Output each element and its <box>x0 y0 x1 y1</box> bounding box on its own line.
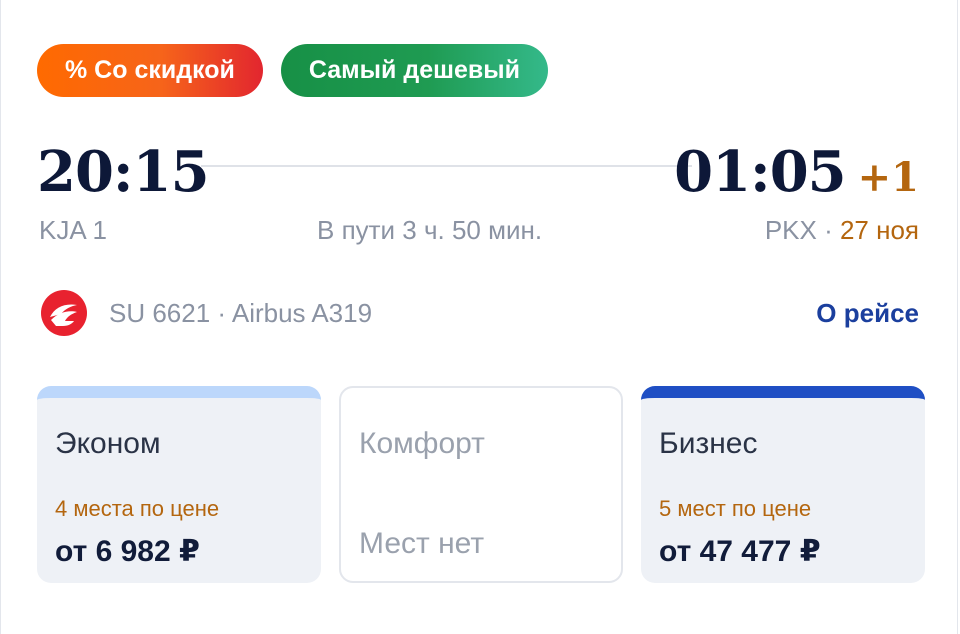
badge-row: % Со скидкой Самый дешевый <box>37 44 548 97</box>
route-line <box>201 165 692 167</box>
flight-card[interactable]: % Со скидкой Самый дешевый 20:15 01:05 +… <box>0 0 958 634</box>
fare-business-seats: 5 мест по цене <box>659 496 812 521</box>
fare-comfort-unavailable: Мест нет <box>359 527 485 560</box>
discount-badge: % Со скидкой <box>37 44 263 97</box>
fare-economy[interactable]: Эконом 4 места по цене от 6 982 ₽ <box>37 386 321 583</box>
about-flight-link[interactable]: О рейсе <box>816 296 919 330</box>
departure-airport: KJA 1 <box>39 215 107 245</box>
fare-business-name: Бизнес <box>659 427 758 460</box>
fare-economy-seats: 4 места по цене <box>55 496 220 521</box>
cheapest-badge: Самый дешевый <box>280 44 548 97</box>
arrival-time-group: 01:05 +1 <box>674 140 919 204</box>
fare-business-price: от 47 477 ₽ <box>659 535 821 568</box>
arrival-day-offset: +1 <box>857 154 919 201</box>
arrival-airport: PKX <box>764 215 817 245</box>
airline-logo-icon <box>41 290 87 336</box>
fare-comfort: Комфорт Мест нет <box>339 386 623 583</box>
arrival-time: 01:05 <box>674 139 847 205</box>
fare-business[interactable]: Бизнес 5 мест по цене от 47 477 ₽ <box>641 386 925 583</box>
flight-duration: В пути 3 ч. 50 мин. <box>317 215 543 245</box>
fare-comfort-name: Комфорт <box>359 427 485 460</box>
departure-time: 20:15 <box>37 139 210 205</box>
flight-info: SU 6621 · Airbus A319 <box>109 298 373 328</box>
fare-economy-price: от 6 982 ₽ <box>55 535 200 568</box>
arrival-info: PKX · 27 ноя <box>765 213 919 247</box>
arrival-date: 27 ноя <box>839 215 919 245</box>
arrival-separator: · <box>816 215 840 245</box>
fare-economy-name: Эконом <box>55 427 161 460</box>
